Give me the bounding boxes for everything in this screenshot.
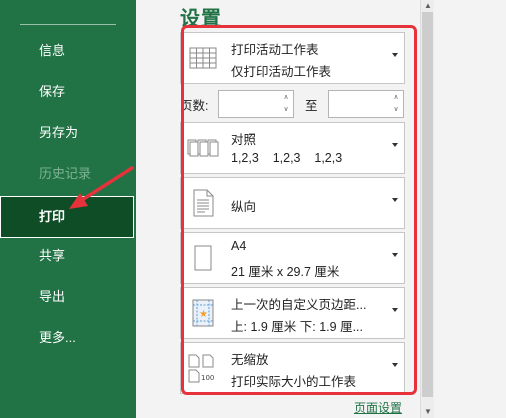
collation-description: 1,2,3 1,2,3 1,2,3 — [231, 151, 343, 165]
chevron-down-icon — [392, 53, 398, 57]
pages-range: 页数: ∧ ∨ 至 ∧ ∨ — [180, 90, 406, 118]
pages-to-input[interactable]: ∧ ∨ — [328, 90, 404, 118]
scroll-down-icon[interactable]: ▼ — [421, 406, 435, 418]
margins-description: 上: 1.9 厘米 下: 1.9 厘... — [231, 320, 363, 334]
spin-down-icon[interactable]: ∨ — [282, 106, 290, 114]
chevron-down-icon — [392, 253, 398, 257]
chevron-down-icon — [392, 143, 398, 147]
settings-scrollbar[interactable]: ▲ ▼ — [420, 0, 434, 418]
print-settings-panel: 设置 打印活动工作表 仅打印活动工作表 页数: ∧ ∨ 至 ∧ ∨ 对照 1,2… — [136, 0, 506, 418]
nav-item-save-as[interactable]: 另存为 — [0, 117, 136, 149]
scaling-label: 无缩放 — [231, 353, 269, 367]
print-what-label: 打印活动工作表 — [231, 43, 319, 57]
nav-item-more[interactable]: 更多... — [0, 322, 136, 354]
spin-down-icon[interactable]: ∨ — [392, 106, 400, 114]
nav-item-history: 历史记录 — [39, 166, 92, 181]
print-what-dropdown[interactable]: 打印活动工作表 仅打印活动工作表 — [180, 32, 405, 84]
chevron-down-icon — [392, 363, 398, 367]
orientation-label: 纵向 — [231, 200, 257, 214]
collated-pages-icon — [187, 139, 219, 157]
collation-label: 对照 — [231, 133, 257, 147]
sheet-grid-icon — [189, 47, 217, 69]
no-scaling-icon: 100 — [188, 354, 214, 383]
paper-size-description: 21 厘米 x 29.7 厘米 — [231, 265, 340, 279]
pages-to-label: 至 — [305, 99, 318, 113]
portrait-page-icon — [193, 189, 214, 217]
nav-item-export[interactable]: 导出 — [0, 281, 136, 313]
scaling-dropdown[interactable]: 100 无缩放 打印实际大小的工作表 — [180, 342, 405, 394]
paper-size-dropdown[interactable]: A4 21 厘米 x 29.7 厘米 — [180, 232, 405, 284]
paper-size-icon — [194, 245, 212, 271]
orientation-dropdown[interactable]: 纵向 — [180, 177, 405, 229]
nav-item-share[interactable]: 共享 — [0, 240, 136, 272]
svg-text:100: 100 — [201, 374, 214, 382]
spin-up-icon[interactable]: ∧ — [282, 94, 290, 102]
custom-margins-icon: ★ — [192, 299, 214, 327]
nav-item-print[interactable]: 打印 — [0, 196, 134, 238]
backstage-nav: 信息 保存 另存为 历史记录 打印 共享 导出 更多... — [0, 0, 136, 418]
margins-dropdown[interactable]: ★ 上一次的自定义页边距... 上: 1.9 厘米 下: 1.9 厘... — [180, 287, 405, 339]
pages-label: 页数: — [180, 99, 209, 113]
page-setup-link[interactable]: 页面设置 — [354, 399, 402, 416]
scroll-up-icon[interactable]: ▲ — [421, 0, 435, 12]
print-what-description: 仅打印活动工作表 — [231, 65, 332, 79]
pages-from-input[interactable]: ∧ ∨ — [218, 90, 294, 118]
nav-item-info[interactable]: 信息 — [0, 35, 136, 67]
chevron-down-icon — [392, 308, 398, 312]
scrollbar-thumb[interactable] — [422, 12, 433, 397]
collation-dropdown[interactable]: 对照 1,2,3 1,2,3 1,2,3 — [180, 122, 405, 174]
nav-divider — [20, 24, 116, 25]
nav-item-save[interactable]: 保存 — [0, 76, 136, 108]
svg-text:★: ★ — [199, 309, 208, 320]
paper-size-label: A4 — [231, 239, 247, 253]
spin-up-icon[interactable]: ∧ — [392, 94, 400, 102]
chevron-down-icon — [392, 198, 398, 202]
settings-title: 设置 — [180, 8, 222, 30]
scaling-description: 打印实际大小的工作表 — [231, 375, 357, 389]
margins-label: 上一次的自定义页边距... — [231, 298, 367, 312]
